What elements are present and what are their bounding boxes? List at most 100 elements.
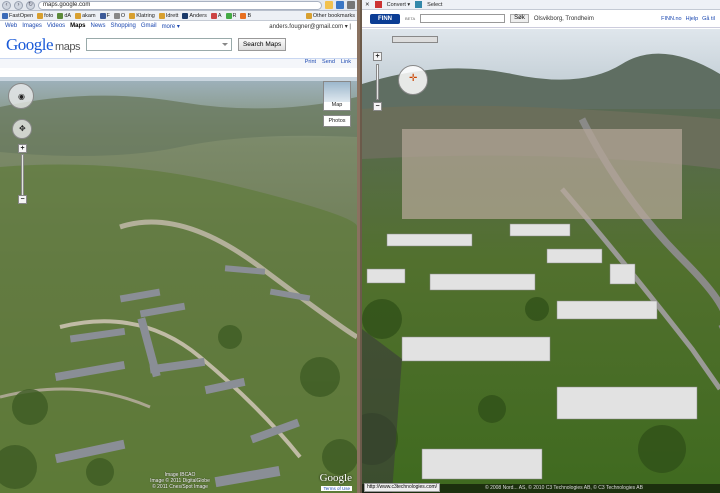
blogger-icon xyxy=(240,12,247,19)
bookmark[interactable]: akam xyxy=(75,12,96,19)
goto-link[interactable]: Gå til xyxy=(702,16,715,22)
finn-home-link[interactable]: FINN.no xyxy=(661,16,681,22)
reload-icon[interactable]: ↻ xyxy=(26,0,35,10)
finn-links: FINN.no Hjelp Gå til xyxy=(661,16,720,22)
select-button[interactable]: Select xyxy=(427,2,442,8)
bookmark-icon xyxy=(210,12,217,19)
finn-header: FINN BETA Søk Olsvikborg, Trondheim FINN… xyxy=(362,10,720,28)
bookmark[interactable]: FastOpen xyxy=(2,12,33,19)
send-link[interactable]: Send xyxy=(322,59,335,68)
zoom-in-button[interactable]: + xyxy=(18,144,27,153)
bookmark[interactable]: Klatring xyxy=(129,12,155,19)
bookmark-icon xyxy=(113,12,120,19)
zoom-slider[interactable] xyxy=(376,64,379,100)
credit-line: © 2011 Cnes/Spot Image xyxy=(152,484,208,490)
convert-button[interactable]: Convert ▾ xyxy=(387,2,411,8)
bookmark[interactable]: B xyxy=(240,12,251,19)
bookmark[interactable]: O xyxy=(113,12,125,19)
logo-brand: Google xyxy=(6,34,54,54)
address-bar[interactable]: maps.google.com xyxy=(38,0,322,10)
c3-3d-view[interactable]: ✛ + − © 2008 Nord... AS, © 2010 C3 Techn… xyxy=(362,29,720,493)
location-label: Olsvikborg, Trondheim xyxy=(533,15,594,22)
nav-images[interactable]: Images xyxy=(22,23,42,29)
nav-gmail[interactable]: Gmail xyxy=(141,23,157,29)
zoom-out-button[interactable]: − xyxy=(18,195,27,204)
finn-search-input[interactable] xyxy=(420,14,506,23)
google-nav: Web Images Videos Maps News Shopping Gma… xyxy=(0,21,357,31)
search-header: Google maps Search Maps xyxy=(0,31,357,59)
copyright-text: © 2008 Nord... AS, © 2010 C3 Technologie… xyxy=(485,485,643,491)
map-actions: Print Send Link xyxy=(0,59,357,68)
user-account[interactable]: anders.fougner@gmail.com ▾ | xyxy=(269,23,357,30)
earth-3d-view[interactable]: ◉ ✥ + − Map Photos Image IBCAO Image © 2… xyxy=(0,77,357,493)
terms-of-use-link[interactable]: Terms of Use xyxy=(321,486,352,491)
folder-icon xyxy=(75,12,82,19)
forward-icon[interactable]: › xyxy=(14,0,23,10)
google-watermark: Google xyxy=(319,472,352,484)
browser-toolbar: ‹ › ↻ maps.google.com xyxy=(0,0,357,11)
map-type-map[interactable]: Map xyxy=(323,81,351,111)
folder-icon xyxy=(305,12,312,19)
back-icon[interactable]: ‹ xyxy=(2,0,11,10)
finn-search-button[interactable]: Søk xyxy=(510,14,529,23)
map-type-photos[interactable]: Photos xyxy=(323,115,351,127)
finn-logo[interactable]: FINN xyxy=(370,13,400,24)
bookmark-icon xyxy=(225,12,232,19)
folder-icon xyxy=(37,12,44,19)
facebook-icon xyxy=(99,12,106,19)
folder-icon xyxy=(158,12,165,19)
print-link[interactable]: Print xyxy=(305,59,316,68)
google-maps-logo[interactable]: Google maps xyxy=(6,35,80,55)
nav-shopping[interactable]: Shopping xyxy=(111,23,136,29)
move-icon: ✥ xyxy=(19,124,26,133)
zoom-slider[interactable] xyxy=(21,154,24,196)
imagery-credits: Image IBCAO Image © 2011 DigitalGlobe © … xyxy=(110,472,250,490)
bookmark[interactable]: F xyxy=(99,12,110,19)
nav-videos[interactable]: Videos xyxy=(47,23,65,29)
search-input[interactable] xyxy=(85,38,232,51)
star-icon[interactable] xyxy=(325,1,333,9)
convert-icon xyxy=(374,1,382,8)
select-icon xyxy=(415,1,423,8)
bookmarks-bar: FastOpen foto dA akam F O Klatring Idret… xyxy=(0,11,357,21)
nav-news[interactable]: News xyxy=(91,23,106,29)
search-maps-button[interactable]: Search Maps xyxy=(237,38,287,51)
logo-suffix: maps xyxy=(55,40,80,53)
bookmark[interactable]: Anders xyxy=(182,12,207,19)
aerial-imagery xyxy=(362,29,720,493)
bookmark-icon xyxy=(2,12,8,19)
bookmark[interactable]: A xyxy=(210,12,222,19)
eye-icon: ◉ xyxy=(18,92,25,101)
other-bookmarks[interactable]: Other bookmarks xyxy=(305,12,355,19)
close-icon[interactable]: ✕ xyxy=(365,2,370,8)
link-link[interactable]: Link xyxy=(341,59,351,68)
nav-maps[interactable]: Maps xyxy=(70,23,85,29)
zoom-in-button[interactable]: + xyxy=(373,52,382,61)
bookmark[interactable]: Idrett xyxy=(158,12,178,19)
beta-badge: BETA xyxy=(405,16,416,21)
navigation-compass[interactable]: ✛ xyxy=(398,65,428,95)
google-maps-window: ‹ › ↻ maps.google.com FastOpen foto dA a… xyxy=(0,0,360,493)
map-type-label: Map xyxy=(331,102,343,108)
extension-icon[interactable] xyxy=(336,1,344,9)
nav-web[interactable]: Web xyxy=(5,23,17,29)
bookmark-icon xyxy=(182,12,189,19)
aerial-imagery xyxy=(0,77,357,493)
tilt-slider[interactable] xyxy=(392,36,438,43)
bookmark[interactable]: foto xyxy=(37,12,53,19)
addon-toolbar: ✕ Convert ▾ Select xyxy=(362,0,720,10)
look-control[interactable]: ◉ xyxy=(8,83,34,109)
nav-more[interactable]: more ▾ xyxy=(162,23,180,30)
bookmark[interactable]: R xyxy=(225,12,236,19)
bookmark-icon xyxy=(57,12,64,19)
zoom-out-button[interactable]: − xyxy=(373,102,382,111)
status-url: http://www.c3technologies.com/ xyxy=(364,483,441,492)
finn-map-window: ✕ Convert ▾ Select FINN BETA Søk Olsvikb… xyxy=(362,0,720,493)
help-link[interactable]: Hjelp xyxy=(686,16,699,22)
bookmark[interactable]: dA xyxy=(57,12,71,19)
compass-icon: ✛ xyxy=(409,73,418,84)
map-thumbnail xyxy=(324,82,350,102)
pan-control[interactable]: ✥ xyxy=(12,119,32,139)
folder-icon xyxy=(129,12,136,19)
wrench-icon[interactable] xyxy=(347,1,355,9)
